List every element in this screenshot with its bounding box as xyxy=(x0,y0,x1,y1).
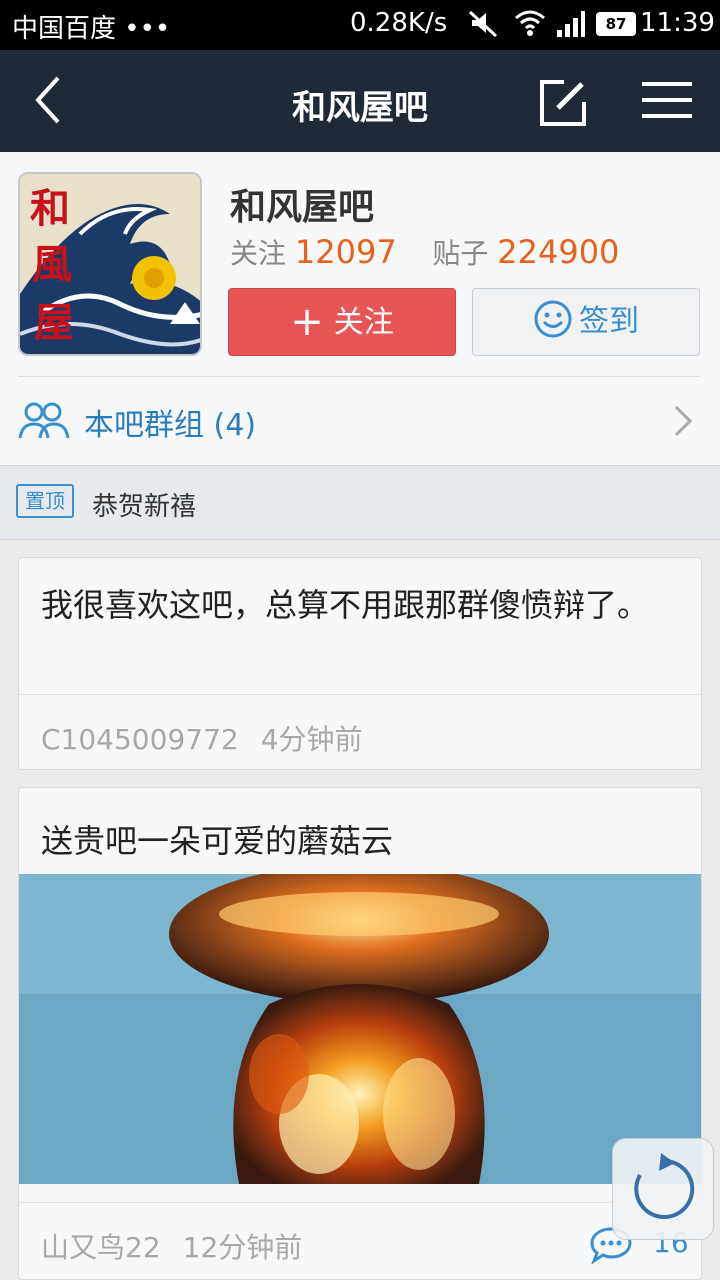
edit-icon xyxy=(540,80,586,126)
forum-name: 和风屋吧 xyxy=(230,187,375,228)
thread-time: 12分钟前 xyxy=(182,1231,303,1264)
posts-count: 224900 xyxy=(497,233,620,271)
compose-post-button[interactable] xyxy=(536,76,590,130)
thread-card[interactable]: 我很喜欢这吧，总算不用跟那群傻愤辩了。 C1045009772 4分钟前 xyxy=(18,557,702,770)
avatar-char-2: 風 xyxy=(32,241,72,288)
thread-author: 山又鸟22 xyxy=(41,1231,161,1264)
pinned-thread[interactable]: 置顶 恭贺新禧 xyxy=(0,466,720,540)
thread-title: 送贵吧一朵可爱的蘑菇云 xyxy=(41,822,394,860)
thread-time: 4分钟前 xyxy=(260,723,363,756)
smiley-icon xyxy=(534,300,572,338)
forum-groups-row[interactable]: 本吧群组 (4) xyxy=(0,378,720,466)
follow-button-label: 关注 xyxy=(333,305,394,340)
forum-groups-label: 本吧群组 (4) xyxy=(84,408,257,443)
page-title: 和风屋吧 xyxy=(292,88,428,128)
follow-count-label: 关注 xyxy=(230,237,287,270)
thread-card[interactable]: 送贵吧一朵可爱的蘑菇云 山又鸟22 12分钟前 16 xyxy=(18,787,702,1280)
thread-meta: C1045009772 4分钟前 xyxy=(41,718,363,758)
chevron-right-icon xyxy=(672,404,694,442)
thread-divider xyxy=(19,694,701,695)
sign-in-button-label: 签到 xyxy=(579,304,639,339)
group-icon xyxy=(18,398,70,446)
carrier-label: 中国百度 ••• xyxy=(12,14,171,44)
avatar-char-1: 和 xyxy=(30,185,70,232)
status-bar: 中国百度 ••• 0.28K/s 87 11:39 xyxy=(0,0,720,50)
top-navbar: 和风屋吧 xyxy=(0,50,720,152)
avatar-char-3: 屋 xyxy=(34,299,74,346)
forum-header: 和 風 屋 和风屋吧 关注 12097 贴子 224900 + 关注 签到 本吧群… xyxy=(0,152,720,466)
posts-count-label: 贴子 xyxy=(432,237,489,270)
network-speed: 0.28K/s xyxy=(350,8,448,38)
pinned-thread-title: 恭贺新禧 xyxy=(92,492,197,522)
thread-title: 我很喜欢这吧，总算不用跟那群傻愤辩了。 xyxy=(41,586,650,624)
follow-count: 12097 xyxy=(294,233,397,271)
menu-button[interactable] xyxy=(640,78,696,122)
refresh-button[interactable] xyxy=(612,1138,714,1240)
hamburger-icon xyxy=(642,82,692,118)
thread-meta: 山又鸟22 12分钟前 xyxy=(41,1226,302,1266)
pinned-badge: 置顶 xyxy=(16,484,74,518)
sign-in-button[interactable]: 签到 xyxy=(472,288,700,356)
wifi-icon xyxy=(514,8,546,45)
forum-avatar: 和 風 屋 xyxy=(18,172,202,356)
thread-divider xyxy=(19,1202,701,1203)
header-divider xyxy=(18,376,700,377)
refresh-icon xyxy=(634,1153,695,1219)
battery-icon: 87 xyxy=(596,12,636,36)
thread-image[interactable] xyxy=(19,874,701,1184)
plus-icon: + xyxy=(290,299,324,345)
thread-author: C1045009772 xyxy=(41,723,239,756)
forum-stats: 关注 12097 贴子 224900 xyxy=(230,232,619,272)
clock: 11:39 xyxy=(640,8,715,38)
signal-icon xyxy=(556,10,586,45)
mute-icon xyxy=(466,8,502,45)
follow-button[interactable]: + 关注 xyxy=(228,288,456,356)
